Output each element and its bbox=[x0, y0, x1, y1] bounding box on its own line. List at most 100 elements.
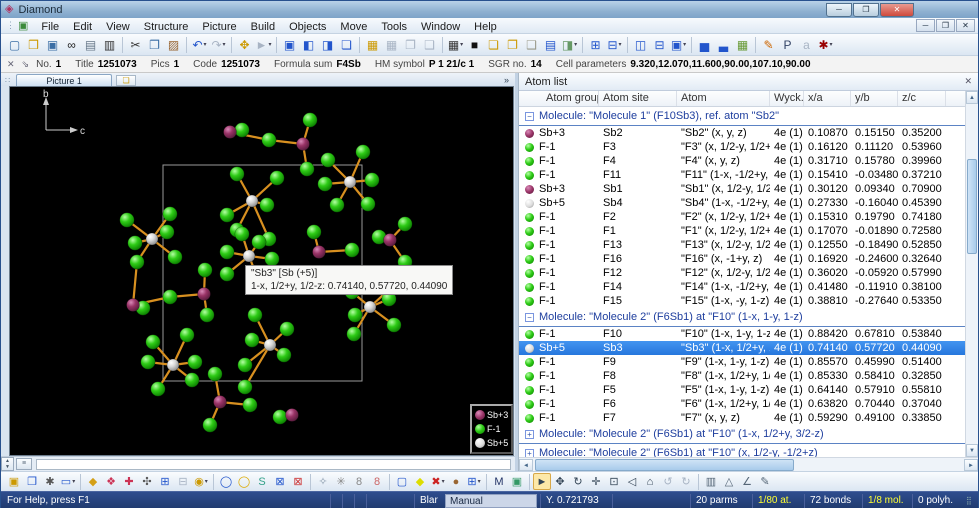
dropdown-arrow-icon[interactable]: ▾ bbox=[830, 41, 833, 48]
cell[interactable]: 0.45390 bbox=[898, 197, 946, 209]
cell[interactable]: 4e (1) bbox=[770, 169, 804, 181]
view-home-icon[interactable]: ⌂ bbox=[641, 473, 659, 490]
column-header-wyck-[interactable]: Wyck. bbox=[770, 91, 804, 106]
cell[interactable]: "F3" (x, 1/2-y, 1/2+z) bbox=[677, 141, 770, 153]
atom-group-cell[interactable]: F-1 bbox=[519, 155, 599, 167]
cell[interactable]: "F2" (x, 1/2-y, 1/2+z) bbox=[677, 211, 770, 223]
cell[interactable]: 4e (1) bbox=[770, 267, 804, 279]
menu-objects[interactable]: Objects bbox=[282, 20, 333, 34]
resize-grip-icon[interactable]: ⣿ bbox=[966, 496, 978, 505]
tab-overflow-button[interactable]: » bbox=[504, 74, 509, 86]
cut-icon[interactable]: ✂ bbox=[126, 36, 145, 54]
cell[interactable]: "F12" (x, 1/2-y, 1/2+z) bbox=[677, 267, 770, 279]
menu-window[interactable]: Window bbox=[414, 20, 467, 34]
cell[interactable]: F8 bbox=[599, 370, 677, 382]
atom-f[interactable] bbox=[163, 207, 177, 221]
cell[interactable]: 0.53350 bbox=[898, 295, 946, 307]
cell[interactable]: 0.63820 bbox=[804, 398, 851, 410]
cell[interactable]: "F16" (x, -1+y, z) bbox=[677, 253, 770, 265]
dropdown-arrow-icon[interactable]: ▾ bbox=[574, 41, 577, 48]
cell[interactable]: 0.15780 bbox=[851, 155, 898, 167]
select-mode-icon[interactable]: ►▾ bbox=[254, 36, 273, 54]
cell[interactable]: 4e (1) bbox=[770, 295, 804, 307]
new-structure-icon[interactable]: ❏ bbox=[484, 36, 503, 54]
atom-f[interactable] bbox=[303, 113, 317, 127]
dropdown-arrow-icon[interactable]: ▾ bbox=[205, 478, 208, 485]
rotate-tool-icon[interactable]: ↻ bbox=[569, 473, 587, 490]
cell[interactable]: 0.74140 bbox=[804, 342, 851, 354]
cell[interactable]: 0.15410 bbox=[804, 169, 851, 181]
drag-mode-icon[interactable]: ✥ bbox=[235, 36, 254, 54]
mdi-minimize-button[interactable]: ─ bbox=[916, 19, 935, 32]
cell[interactable]: "F7" (x, y, z) bbox=[677, 412, 770, 424]
mdi-close-button[interactable]: ✕ bbox=[956, 19, 975, 32]
atom-f[interactable] bbox=[220, 245, 234, 259]
gallery-icon[interactable]: ▤ bbox=[541, 36, 560, 54]
atom-f[interactable] bbox=[160, 225, 174, 239]
atom-sb3[interactable] bbox=[297, 138, 310, 151]
cell[interactable]: 0.41480 bbox=[804, 281, 851, 293]
table-row[interactable]: F-1F4"F4" (x, y, z)4e (1)0.317100.157800… bbox=[519, 154, 965, 168]
atom-f[interactable] bbox=[200, 308, 214, 322]
atom-f[interactable] bbox=[163, 290, 177, 304]
menu-view[interactable]: View bbox=[99, 20, 137, 34]
paste-icon[interactable]: ▨ bbox=[164, 36, 183, 54]
print-icon[interactable]: ▥ bbox=[100, 36, 119, 54]
column-header-atom-group[interactable]: Atom group bbox=[519, 91, 599, 106]
snapshot-icon[interactable]: ▣ bbox=[508, 473, 526, 490]
pan-tool-icon[interactable]: ✥ bbox=[551, 473, 569, 490]
cell[interactable]: -0.16040 bbox=[851, 197, 898, 209]
atom-group-cell[interactable]: F-1 bbox=[519, 398, 599, 410]
atom-f[interactable] bbox=[348, 308, 362, 322]
atom-f[interactable] bbox=[345, 243, 359, 257]
menu-move[interactable]: Move bbox=[333, 20, 374, 34]
find-icon[interactable]: ∞ bbox=[62, 36, 81, 54]
packing-cell-icon[interactable]: ⊠ bbox=[289, 473, 307, 490]
cell[interactable]: 0.52850 bbox=[898, 239, 946, 251]
cell[interactable]: "F13" (x, 1/2-y, 1/2+z) bbox=[677, 239, 770, 251]
atom-sb3[interactable] bbox=[198, 288, 211, 301]
cell[interactable]: 4e (1) bbox=[770, 412, 804, 424]
cell[interactable]: 0.57910 bbox=[851, 384, 898, 396]
cell[interactable]: Sb4 bbox=[599, 197, 677, 209]
dropdown-arrow-icon[interactable]: ▾ bbox=[478, 478, 481, 485]
cell[interactable]: "F15" (1-x, -y, 1-z) bbox=[677, 295, 770, 307]
atom-f[interactable] bbox=[185, 373, 199, 387]
data-sheet-icon[interactable]: ▅ bbox=[695, 36, 714, 54]
spreadsheet-icon[interactable]: ▦ bbox=[733, 36, 752, 54]
navigate-structure-icon[interactable]: ⇘ bbox=[22, 59, 30, 70]
molecule-group-header[interactable]: +Molecule: "Molecule 2" (F6Sb1) at "F10"… bbox=[519, 425, 965, 444]
zoom-tool-icon[interactable]: ⊡ bbox=[605, 473, 623, 490]
render-view-icon[interactable]: ■ bbox=[465, 36, 484, 54]
cell[interactable]: "F11" (1-x, -1/2+y, 1... bbox=[677, 169, 770, 181]
filter-icon[interactable]: ◉▾ bbox=[192, 473, 210, 490]
print-preview-icon[interactable]: ▤ bbox=[81, 36, 100, 54]
open-folder-icon[interactable]: ❒ bbox=[24, 36, 43, 54]
atom-sb5[interactable] bbox=[246, 195, 258, 207]
cell[interactable]: 4e (1) bbox=[770, 398, 804, 410]
vertical-scroll-track[interactable] bbox=[966, 104, 978, 444]
cell[interactable]: F5 bbox=[599, 384, 677, 396]
table-row[interactable]: F-1F11"F11" (1-x, -1/2+y, 1...4e (1)0.15… bbox=[519, 168, 965, 182]
table-row[interactable]: F-1F13"F13" (x, 1/2-y, 1/2+z)4e (1)0.125… bbox=[519, 238, 965, 252]
walk-icon[interactable]: ✱▾ bbox=[816, 36, 835, 54]
cell[interactable]: 4e (1) bbox=[770, 342, 804, 354]
atom-f[interactable] bbox=[270, 171, 284, 185]
atom-group-cell[interactable]: F-1 bbox=[519, 370, 599, 382]
column-header-atom-site[interactable]: Atom site bbox=[599, 91, 677, 106]
cell[interactable]: 4e (1) bbox=[770, 328, 804, 340]
atom-group-cell[interactable]: Sb+3 bbox=[519, 183, 599, 195]
cell[interactable]: 4e (1) bbox=[770, 253, 804, 265]
color-table-icon[interactable]: ⊞▾ bbox=[465, 473, 483, 490]
atom-group-cell[interactable]: F-1 bbox=[519, 169, 599, 181]
dropdown-arrow-icon[interactable]: ▾ bbox=[223, 41, 226, 48]
label-a-icon[interactable]: a bbox=[797, 36, 816, 54]
print-window-icon[interactable]: ❑ bbox=[420, 36, 439, 54]
atom-f[interactable] bbox=[146, 335, 160, 349]
cell[interactable]: 4e (1) bbox=[770, 197, 804, 209]
export-picture-icon[interactable]: ▦ bbox=[382, 36, 401, 54]
atom-sb3[interactable] bbox=[127, 299, 140, 312]
undo-icon[interactable]: ↶▾ bbox=[190, 36, 209, 54]
atom-group-cell[interactable]: F-1 bbox=[519, 211, 599, 223]
cell[interactable]: "F10" (1-x, 1-y, 1-z) bbox=[677, 328, 770, 340]
